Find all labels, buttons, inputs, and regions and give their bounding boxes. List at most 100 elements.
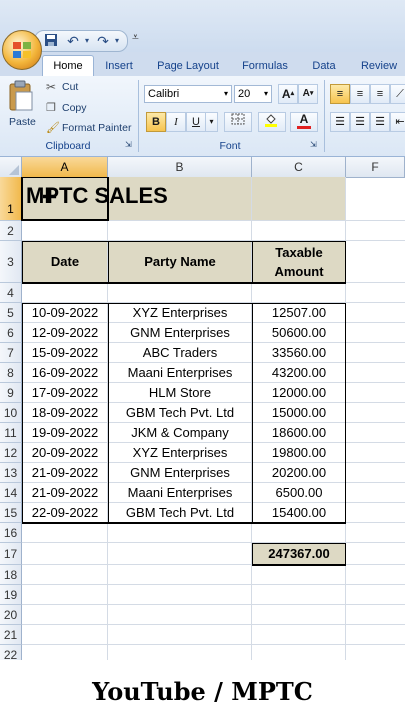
save-icon[interactable]	[43, 33, 59, 49]
tab-formulas[interactable]: Formulas	[236, 56, 294, 76]
tab-insert[interactable]: Insert	[96, 56, 142, 76]
align-middle-icon[interactable]: ≡	[350, 84, 370, 104]
cell-date[interactable]: 22-09-2022	[22, 503, 108, 523]
cell-party-name[interactable]: JKM & Company	[108, 423, 252, 443]
cell-amount[interactable]: 50600.00	[252, 323, 346, 343]
row-header[interactable]: 7	[0, 343, 22, 363]
cell-date[interactable]: 19-09-2022	[22, 423, 108, 443]
row-header[interactable]: 11	[0, 423, 22, 443]
row-header[interactable]: 9	[0, 383, 22, 403]
row-header[interactable]: 8	[0, 363, 22, 383]
worksheet-grid[interactable]: 1 2 3 4 5 6 7 8 9 10 11 12 13 14 15 16 17 18 19 20 21 22 MPTC …	[0, 177, 405, 660]
redo-dropdown-icon[interactable]: ▾	[109, 33, 125, 49]
format-painter-icon[interactable]: 🖌	[46, 121, 60, 134]
bold-button[interactable]: B	[146, 112, 166, 132]
customize-qat-icon[interactable]: ⩡	[132, 30, 139, 45]
row-header[interactable]: 12	[0, 443, 22, 463]
row-header[interactable]: 15	[0, 503, 22, 523]
cell-amount[interactable]: 6500.00	[252, 483, 346, 503]
header-date[interactable]: Date	[22, 241, 108, 283]
copy-button[interactable]: Copy	[62, 102, 87, 114]
shrink-font-icon[interactable]: A▾	[298, 84, 318, 104]
row-header[interactable]: 21	[0, 625, 22, 645]
cell-date[interactable]: 10-09-2022	[22, 303, 108, 323]
row-header[interactable]: 6	[0, 323, 22, 343]
clipboard-launcher-icon[interactable]: ⇲	[125, 140, 132, 149]
row-header[interactable]: 22	[0, 645, 22, 660]
font-name-dropdown[interactable]: Calibri ▾	[144, 85, 232, 103]
cell-amount[interactable]: 43200.00	[252, 363, 346, 383]
column-header-f[interactable]: F	[346, 157, 405, 177]
tab-home[interactable]: Home	[42, 55, 94, 76]
row-header[interactable]: 19	[0, 585, 22, 605]
cell-party-name[interactable]: Maani Enterprises	[108, 363, 252, 383]
cell-date[interactable]: 18-09-2022	[22, 403, 108, 423]
cell-amount[interactable]: 15000.00	[252, 403, 346, 423]
tab-page-layout[interactable]: Page Layout	[150, 56, 226, 76]
fill-color-button[interactable]	[258, 112, 286, 132]
align-right-icon[interactable]: ☰	[370, 112, 390, 132]
row-header[interactable]: 1	[0, 177, 22, 221]
cell-party-name[interactable]: XYZ Enterprises	[108, 443, 252, 463]
header-party-name[interactable]: Party Name	[108, 241, 252, 283]
column-header-c[interactable]: C	[252, 157, 346, 177]
cell-date[interactable]: 15-09-2022	[22, 343, 108, 363]
row-header[interactable]: 10	[0, 403, 22, 423]
cell-amount[interactable]: 18600.00	[252, 423, 346, 443]
tab-data[interactable]: Data	[304, 56, 344, 76]
cell-amount[interactable]: 12507.00	[252, 303, 346, 323]
cell-party-name[interactable]: GBM Tech Pvt. Ltd	[108, 503, 252, 523]
row-header[interactable]: 14	[0, 483, 22, 503]
cell-amount[interactable]: 19800.00	[252, 443, 346, 463]
row-header[interactable]: 3	[0, 241, 22, 283]
column-header-b[interactable]: B	[108, 157, 252, 177]
row-header[interactable]: 16	[0, 523, 22, 543]
cell-date[interactable]: 17-09-2022	[22, 383, 108, 403]
cell-party-name[interactable]: HLM Store	[108, 383, 252, 403]
cell-date[interactable]: 20-09-2022	[22, 443, 108, 463]
copy-icon[interactable]: ❐	[46, 101, 56, 114]
align-top-icon[interactable]: ≡	[330, 84, 350, 104]
format-painter-button[interactable]: Format Painter	[62, 122, 131, 134]
font-size-dropdown[interactable]: 20 ▾	[234, 85, 272, 103]
cut-button[interactable]: Cut	[62, 81, 78, 93]
header-amount[interactable]: Amount	[252, 262, 346, 282]
cell-party-name[interactable]: XYZ Enterprises	[108, 303, 252, 323]
orientation-icon[interactable]: ⟋	[390, 84, 405, 104]
align-center-icon[interactable]: ☰	[350, 112, 370, 132]
row-header[interactable]: 20	[0, 605, 22, 625]
row-header[interactable]: 13	[0, 463, 22, 483]
align-bottom-icon[interactable]: ≡	[370, 84, 390, 104]
cell-party-name[interactable]: GNM Enterprises	[108, 463, 252, 483]
row-header[interactable]: 17	[0, 543, 22, 565]
cell-party-name[interactable]: GNM Enterprises	[108, 323, 252, 343]
row-header[interactable]: 5	[0, 303, 22, 323]
borders-button[interactable]	[224, 112, 252, 132]
cell-date[interactable]: 21-09-2022	[22, 483, 108, 503]
cell-party-name[interactable]: GBM Tech Pvt. Ltd	[108, 403, 252, 423]
undo-dropdown-icon[interactable]: ▾	[79, 33, 95, 49]
select-all-corner[interactable]	[0, 157, 22, 177]
cell-party-name[interactable]: Maani Enterprises	[108, 483, 252, 503]
row-header[interactable]: 4	[0, 283, 22, 303]
column-header-a[interactable]: A	[22, 157, 108, 177]
underline-button[interactable]: U	[186, 112, 206, 132]
cell-date[interactable]: 16-09-2022	[22, 363, 108, 383]
cell-party-name[interactable]: ABC Traders	[108, 343, 252, 363]
italic-button[interactable]: I	[166, 112, 186, 132]
tab-review[interactable]: Review	[354, 56, 404, 76]
cell-amount[interactable]: 33560.00	[252, 343, 346, 363]
row-header[interactable]: 2	[0, 221, 22, 241]
cell-amount[interactable]: 15400.00	[252, 503, 346, 523]
row-header[interactable]: 18	[0, 565, 22, 585]
underline-dropdown-icon[interactable]: ▾	[206, 112, 218, 132]
paste-button[interactable]: Paste	[6, 80, 38, 138]
header-taxable[interactable]: Taxable	[252, 243, 346, 263]
decrease-indent-icon[interactable]: ⇤	[390, 112, 405, 132]
office-button[interactable]	[2, 30, 42, 70]
grow-font-icon[interactable]: A▴	[278, 84, 298, 104]
cell-date[interactable]: 21-09-2022	[22, 463, 108, 483]
font-launcher-icon[interactable]: ⇲	[310, 140, 317, 149]
cell-date[interactable]: 12-09-2022	[22, 323, 108, 343]
cut-icon[interactable]: ✂	[46, 80, 56, 94]
